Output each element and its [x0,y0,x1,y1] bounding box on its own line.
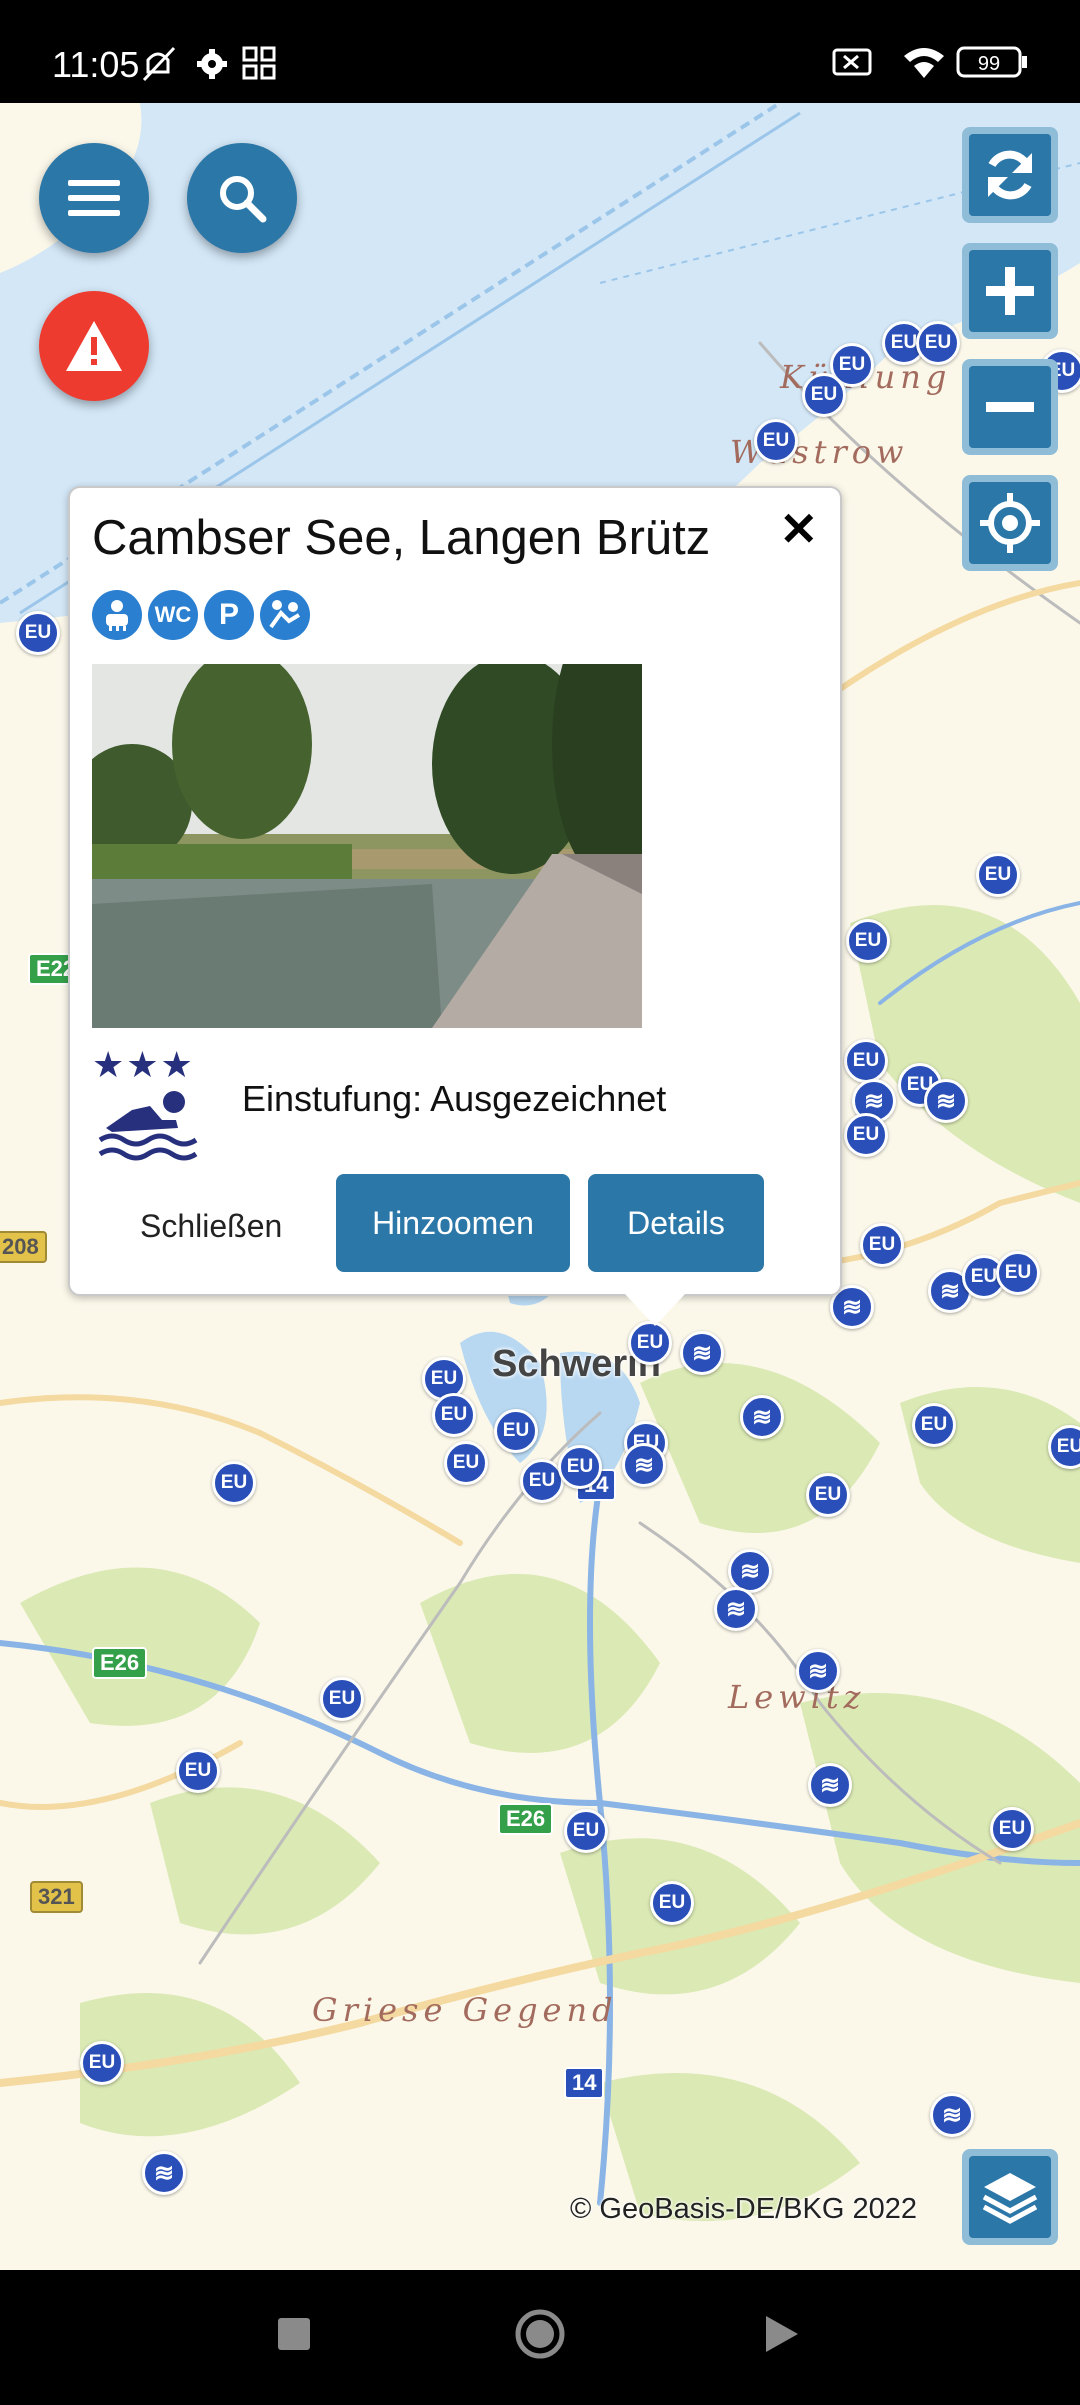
bathing-site-marker[interactable]: EU [996,1251,1040,1295]
wc-icon: WC [148,590,198,640]
bathing-site-marker[interactable]: EU [844,1039,888,1083]
parking-icon: P [204,590,254,640]
zoom-in-button[interactable] [962,243,1058,339]
home-button[interactable] [515,2309,565,2359]
popup-pointer [625,1294,685,1326]
bathing-site-marker[interactable]: EU [212,1461,256,1505]
road-shield-a14: 14 [564,2067,605,2099]
bathing-site-marker[interactable]: EU [976,853,1020,897]
bathing-site-marker[interactable]: EU [444,1441,488,1485]
bathing-site-marker[interactable]: EU [432,1393,476,1437]
rating-text: Einstufung: Ausgezeichnet [242,1078,667,1119]
zoom-out-button[interactable] [962,359,1058,455]
mute-icon [142,46,176,82]
bathing-site-wave-marker[interactable] [714,1587,758,1631]
playground-icon [260,590,310,640]
bathing-site-marker[interactable]: EU [494,1409,538,1453]
bathing-site-marker[interactable]: EU [860,1223,904,1267]
bathing-site-wave-marker[interactable] [740,1395,784,1439]
menu-button[interactable] [39,143,149,253]
status-time: 11:05 [52,44,140,85]
bathing-site-marker[interactable]: EU [990,1807,1034,1851]
plus-icon [986,267,1034,315]
status-icons-left [140,44,280,89]
popup-close-icon[interactable]: ✕ [779,502,818,556]
rating-stars: ★★★ [92,1044,195,1085]
zoom-in-to-site-button[interactable]: Hinzoomen [336,1174,570,1272]
back-button[interactable] [766,2316,798,2352]
road-shield-321: 321 [30,1881,83,1913]
apps-icon [242,46,276,80]
popup-title: Cambser See, Langen Brütz [92,511,711,565]
bathing-site-marker[interactable]: EU [320,1677,364,1721]
bathing-site-marker[interactable]: EU [846,919,890,963]
gear-icon [197,49,227,79]
shower-icon [92,590,142,640]
warning-icon [66,321,122,371]
bathing-site-marker[interactable]: EU [564,1809,608,1853]
map-label-griese-gegend: Griese Gegend [312,1991,618,2029]
warning-button[interactable] [39,291,149,401]
bathing-site-wave-marker[interactable] [796,1649,840,1693]
bathing-site-photo [92,664,642,1028]
bathing-site-wave-marker[interactable] [142,2151,186,2195]
bathing-site-marker[interactable]: EU [802,373,846,417]
search-icon [220,176,267,223]
bathing-site-marker[interactable]: EU [916,321,960,365]
bathing-site-marker[interactable]: EU [80,2041,124,2085]
map-label-lewitz: Lewitz [728,1678,866,1716]
refresh-button[interactable] [962,127,1058,223]
locate-button[interactable] [962,475,1058,571]
bathing-site-marker[interactable]: EU [806,1473,850,1517]
bathing-site-wave-marker[interactable] [808,1763,852,1807]
bathing-site-wave-marker[interactable] [930,2093,974,2137]
battery-icon: 99 [956,46,1027,78]
bathing-site-wave-marker[interactable] [680,1331,724,1375]
wifi-icon [904,48,944,78]
map-copyright: © GeoBasis-DE/BKG 2022 [570,2193,917,2225]
road-shield-e26: E26 [92,1647,148,1679]
bathing-site-marker[interactable]: EU [558,1445,602,1489]
bathing-site-wave-marker[interactable] [924,1079,968,1123]
bathing-site-marker[interactable]: EU [912,1403,956,1447]
crosshair-icon [980,493,1040,553]
bathing-site-marker[interactable]: EU [650,1881,694,1925]
status-icons-right: 99 [830,40,1030,89]
no-sim-icon [832,48,872,76]
refresh-icon [988,150,1032,200]
hamburger-menu-icon [68,180,120,216]
layers-icon [982,2173,1038,2224]
bathing-site-marker[interactable]: EU [628,1321,672,1365]
bathing-site-marker[interactable]: EU [754,419,798,463]
svg-text:99: 99 [978,53,1000,75]
swimming-icon [98,1091,198,1161]
search-button[interactable] [187,143,297,253]
popup-close-button[interactable]: Schließen [140,1208,282,1245]
layers-button[interactable] [962,2149,1058,2245]
bathing-site-wave-marker[interactable] [622,1443,666,1487]
bathing-site-marker[interactable]: EU [16,611,60,655]
status-bar: 11:05 99 [0,0,1080,103]
road-shield-208: 208 [0,1231,47,1263]
bathing-site-marker[interactable]: EU [844,1113,888,1157]
details-button[interactable]: Details [588,1174,764,1272]
bathing-site-popup: Cambser See, Langen Brütz ✕ WC P ★★★ Ein… [68,486,842,1326]
bathing-site-marker[interactable]: EU [176,1749,220,1793]
recent-apps-button[interactable] [278,2318,310,2350]
road-shield-e26: E26 [498,1803,554,1835]
system-navigation-bar [0,2270,1080,2400]
minus-icon [986,402,1034,412]
